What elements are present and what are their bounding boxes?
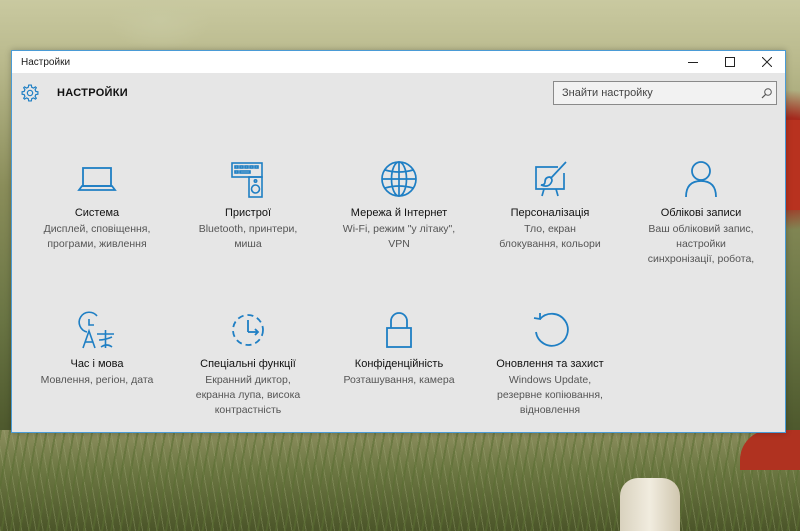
category-description: Мовлення, регіон, дата bbox=[40, 374, 154, 386]
category-description: Windows Update, резервне копіювання, від… bbox=[497, 374, 603, 416]
desktop-grass bbox=[0, 430, 800, 531]
window-title: Настройки bbox=[21, 57, 71, 68]
devices-icon bbox=[231, 162, 263, 198]
person-icon bbox=[685, 161, 717, 198]
category-label: Система bbox=[74, 207, 120, 219]
category-ease-of-access[interactable]: Спеціальні функції Екранний диктор, екра… bbox=[173, 310, 323, 418]
category-label: Оновлення та захист bbox=[496, 358, 604, 370]
category-description: Тло, екран блокування, кольори bbox=[499, 223, 601, 250]
window-controls bbox=[674, 51, 785, 73]
paint-icon bbox=[535, 161, 567, 197]
category-description: Bluetooth, принтери, миша bbox=[198, 223, 298, 250]
category-devices[interactable]: Пристрої Bluetooth, принтери, миша bbox=[173, 159, 323, 252]
update-icon bbox=[533, 312, 569, 347]
ease-of-access-icon bbox=[232, 314, 264, 346]
close-button[interactable] bbox=[748, 51, 785, 73]
globe-icon bbox=[381, 161, 417, 197]
category-label: Спеціальні функції bbox=[200, 358, 296, 370]
maximize-icon bbox=[724, 57, 735, 67]
category-description: Ваш обліковий запис, настройки синхроніз… bbox=[647, 223, 755, 265]
gear-icon bbox=[21, 84, 39, 102]
category-network[interactable]: Мережа й Інтернет Wi-Fi, режим "у літаку… bbox=[324, 159, 474, 252]
category-update-security[interactable]: Оновлення та захист Windows Update, резе… bbox=[475, 310, 625, 418]
category-description: Wi-Fi, режим "у літаку", VPN bbox=[342, 223, 456, 250]
title-bar[interactable]: Настройки bbox=[12, 51, 785, 73]
minimize-button[interactable] bbox=[674, 51, 711, 73]
lock-icon bbox=[386, 312, 412, 348]
search-input[interactable] bbox=[554, 82, 758, 104]
category-description: Дисплей, сповіщення, програми, живлення bbox=[43, 223, 151, 250]
category-label: Мережа й Інтернет bbox=[350, 207, 448, 219]
search-icon[interactable] bbox=[758, 82, 776, 104]
category-label: Час і мова bbox=[70, 358, 124, 370]
settings-header: НАСТРОЙКИ bbox=[12, 73, 785, 113]
maximize-button[interactable] bbox=[711, 51, 748, 73]
category-system[interactable]: Система Дисплей, сповіщення, програми, ж… bbox=[22, 159, 172, 252]
category-accounts[interactable]: Облікові записи Ваш обліковий запис, нас… bbox=[626, 159, 776, 267]
page-title: НАСТРОЙКИ bbox=[57, 87, 128, 99]
laptop-icon bbox=[77, 167, 117, 191]
category-label: Пристрої bbox=[225, 207, 271, 219]
mushroom-cap bbox=[786, 120, 800, 210]
category-label: Облікові записи bbox=[660, 207, 742, 219]
search-box[interactable] bbox=[553, 81, 777, 105]
category-description: Екранний диктор, екранна лупа, висока ко… bbox=[195, 374, 301, 416]
minimize-icon bbox=[687, 62, 698, 63]
close-icon bbox=[761, 57, 772, 67]
category-privacy[interactable]: Конфіденційність Розташування, камера bbox=[324, 310, 474, 388]
settings-window: Настройки НАСТРОЙКИ Знайти настройку Сис… bbox=[11, 50, 786, 433]
category-personalization[interactable]: Персоналізація Тло, екран блокування, ко… bbox=[475, 159, 625, 252]
time-language-icon bbox=[78, 311, 114, 349]
category-time-language[interactable]: Час і мова Мовлення, регіон, дата bbox=[22, 310, 172, 388]
category-description: Розташування, камера bbox=[343, 374, 455, 386]
mushroom-stem bbox=[620, 478, 680, 531]
category-label: Конфіденційність bbox=[354, 358, 444, 370]
category-label: Персоналізація bbox=[510, 207, 590, 219]
